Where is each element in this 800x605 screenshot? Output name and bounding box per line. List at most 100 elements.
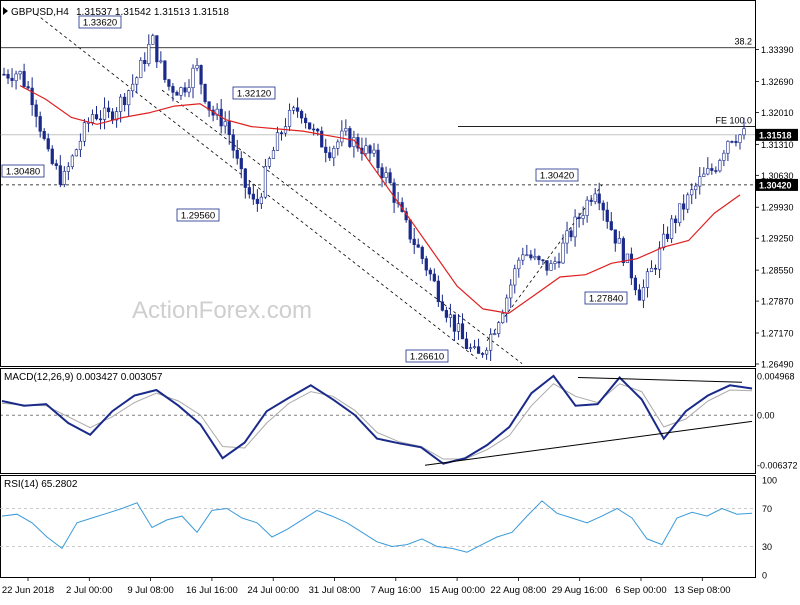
annotation-label: 1.30480 <box>6 167 40 178</box>
candle-body <box>247 187 251 195</box>
candle-body <box>444 310 448 318</box>
candle-body <box>432 273 436 282</box>
y-tick-label: 1.31310 <box>761 140 794 150</box>
candle-body <box>392 182 396 203</box>
candle-body <box>657 247 662 270</box>
candle-body <box>66 166 70 172</box>
candle-body <box>738 134 742 143</box>
rsi-panel-frame <box>0 475 756 578</box>
x-tick-label: 9 Jul 08:00 <box>127 585 173 596</box>
candle-body <box>710 168 714 171</box>
candle-body <box>585 199 589 216</box>
candle-body <box>22 71 26 87</box>
candle-body <box>436 280 440 303</box>
candle-body <box>78 140 83 150</box>
candle-body <box>336 141 340 149</box>
candle-body <box>525 254 529 257</box>
candle-body <box>368 145 372 154</box>
macd-tick-label: 0.004968 <box>757 372 795 382</box>
candle-body <box>380 167 384 179</box>
candle-body <box>255 198 259 204</box>
candle-body <box>179 87 183 96</box>
candle-body <box>593 193 597 202</box>
candle-body <box>633 277 638 291</box>
candle-body <box>106 107 111 113</box>
candle-body <box>517 259 521 270</box>
candle-body <box>722 152 726 161</box>
candle-body <box>155 35 159 63</box>
annotation-label: 1.27840 <box>589 294 623 305</box>
chart-area: ActionForex.com 38.2 FE 100.0 1.33620 1.321… <box>0 0 800 600</box>
candle-body <box>175 92 179 96</box>
candle-body <box>714 170 718 172</box>
candle-body <box>456 323 461 332</box>
candle-body <box>320 130 324 148</box>
candle-body <box>291 107 296 111</box>
candle-body <box>730 141 734 143</box>
candle-body <box>472 346 477 348</box>
candle-body <box>239 158 243 170</box>
candle-body <box>476 346 481 354</box>
candle-body <box>376 149 380 168</box>
candle-body <box>682 203 686 210</box>
candle-body <box>171 86 175 93</box>
candle-body <box>653 267 658 270</box>
candle-body <box>649 267 654 273</box>
watermark: ActionForex.com <box>132 297 312 324</box>
candle-body <box>38 116 42 132</box>
candle-body <box>573 216 577 238</box>
chart-svg: ActionForex.com 38.2 FE 100.0 1.33620 1.321… <box>0 0 798 596</box>
candle-body <box>420 246 424 259</box>
candle-body <box>58 165 62 185</box>
candle-body <box>464 338 469 349</box>
y-tick-label: 1.27170 <box>761 329 794 339</box>
price-annotation: 1.29560 <box>176 208 220 222</box>
y-tick-label: 1.28550 <box>761 266 794 276</box>
candle-body <box>613 229 617 244</box>
candle-body <box>151 35 155 45</box>
candle-body <box>287 110 292 127</box>
candle-body <box>513 268 517 286</box>
annotation-label: 1.30420 <box>540 171 574 182</box>
candle-body <box>18 71 22 75</box>
x-tick-label: 24 Jul 00:00 <box>247 585 299 596</box>
candle-body <box>706 168 710 175</box>
price-annotation: 1.30420 <box>535 168 579 182</box>
candle-body <box>702 173 706 177</box>
candle-body <box>159 60 163 63</box>
candle-body <box>674 218 678 224</box>
candle-body <box>577 216 581 219</box>
candle-body <box>163 60 167 80</box>
candle-body <box>609 221 613 231</box>
x-tick-label: 15 Aug 00:00 <box>429 585 485 596</box>
candle-body <box>497 322 501 334</box>
candle-body <box>694 185 698 190</box>
candle-body <box>388 172 392 184</box>
rsi-tick-label: 0 <box>762 571 767 581</box>
rsi-tick-label: 70 <box>762 504 772 514</box>
candle-body <box>645 271 650 288</box>
candle-body <box>509 284 513 299</box>
candle-body <box>304 117 308 124</box>
x-tick-label: 29 Aug 16:00 <box>552 585 608 596</box>
candle-body <box>119 96 123 112</box>
candle-body <box>541 259 545 262</box>
candle-body <box>203 83 207 102</box>
candle-body <box>678 203 682 224</box>
candle-body <box>742 128 746 136</box>
candle-body <box>102 107 107 120</box>
candle-body <box>199 65 203 85</box>
candle-body <box>82 122 87 142</box>
candle-body <box>605 209 609 222</box>
price-annotation: 1.27840 <box>584 291 628 305</box>
candle-body <box>54 163 58 166</box>
annotation-label: 1.26610 <box>410 352 444 363</box>
price-annotation: 1.32120 <box>232 86 276 100</box>
candle-body <box>110 111 115 121</box>
candle-body <box>223 121 227 127</box>
candle-body <box>686 194 690 210</box>
candle-body <box>275 132 280 151</box>
candle-body <box>726 141 730 154</box>
candle-body <box>135 77 139 85</box>
candle-body <box>537 256 541 261</box>
